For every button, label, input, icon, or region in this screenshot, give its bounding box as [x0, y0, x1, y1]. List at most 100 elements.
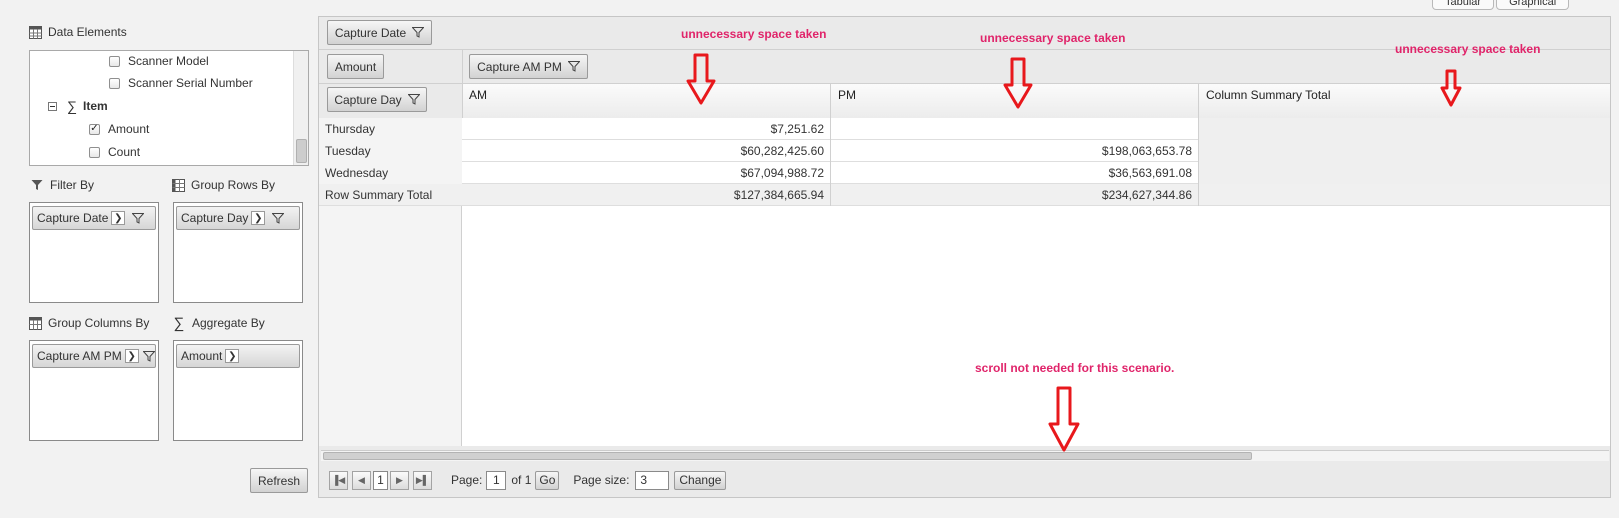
- cell-am: $7,251.62: [770, 122, 824, 136]
- group-rows-header: Group Rows By: [171, 178, 275, 192]
- filter-icon[interactable]: [412, 27, 425, 38]
- refresh-button[interactable]: Refresh: [250, 468, 308, 493]
- chip-label: Capture AM PM: [37, 349, 122, 363]
- pivot-body: Thursday $7,251.62 Tuesday $60,282,425.6…: [319, 118, 1610, 446]
- row-header: Row Summary Total: [325, 188, 433, 202]
- filter-icon[interactable]: [567, 61, 580, 72]
- chevron-right-icon[interactable]: ❯: [124, 349, 139, 363]
- pivot-aggregate-chip[interactable]: Amount: [327, 54, 384, 79]
- page-label: Page:: [451, 473, 483, 487]
- page-size-input[interactable]: 3: [635, 470, 670, 490]
- filter-by-dropzone[interactable]: Capture Date ❯: [29, 202, 159, 303]
- cell-pm: $234,627,344.86: [1101, 188, 1192, 202]
- data-elements-title: Data Elements: [48, 25, 127, 39]
- cell-summary: [1199, 184, 1610, 206]
- checkbox[interactable]: [109, 77, 120, 89]
- checkbox[interactable]: [109, 55, 120, 67]
- down-arrow-icon: [1003, 57, 1033, 109]
- data-elements-header: Data Elements: [28, 25, 127, 39]
- table-row: Wednesday $67,094,988.72 $36,563,691.08: [319, 162, 1610, 184]
- next-page-button[interactable]: ▶: [390, 470, 409, 490]
- pivot-row-chip[interactable]: Capture Day: [327, 87, 427, 112]
- filter-icon[interactable]: [407, 94, 420, 105]
- divider: [1198, 84, 1199, 118]
- tab-graphical[interactable]: Graphical: [1496, 0, 1570, 10]
- last-page-button[interactable]: ▶▌: [413, 470, 432, 490]
- annotation-text: scroll not needed for this scenario.: [975, 361, 1175, 375]
- divider: [830, 118, 831, 206]
- aggregate-by-dropzone[interactable]: Amount ❯: [173, 340, 303, 441]
- filter-by-title: Filter By: [50, 178, 95, 192]
- tree-item-scanner-model[interactable]: Scanner Model: [109, 51, 209, 71]
- checkbox-checked[interactable]: ✓: [89, 123, 100, 135]
- cell-pm: [831, 118, 1198, 140]
- tree-group-item[interactable]: ∑ Item: [48, 96, 108, 116]
- scroll-thumb[interactable]: [323, 452, 1252, 460]
- aggregate-chip-amount[interactable]: Amount ❯: [176, 344, 300, 368]
- cell-am: $127,384,665.94: [733, 188, 824, 202]
- go-button[interactable]: Go: [535, 470, 560, 490]
- chevron-right-icon[interactable]: ❯: [251, 211, 266, 225]
- checkbox[interactable]: [89, 146, 100, 158]
- down-arrow-icon: [1048, 386, 1080, 452]
- collapse-icon[interactable]: [48, 101, 57, 111]
- tree-item-amount[interactable]: ✓ Amount: [89, 119, 149, 139]
- table-icon: [28, 25, 42, 39]
- group-columns-title: Group Columns By: [48, 316, 150, 330]
- tree-item-label: Count: [108, 145, 141, 159]
- group-columns-header: Group Columns By: [28, 316, 149, 330]
- filter-icon: [30, 178, 44, 192]
- data-elements-tree[interactable]: Scanner Model Scanner Serial Number ∑ It…: [29, 50, 309, 166]
- sigma-icon: ∑: [67, 98, 77, 114]
- cell-summary: [1199, 162, 1610, 184]
- tree-item-label: Scanner Serial Number: [128, 76, 253, 90]
- filter-icon[interactable]: [142, 350, 155, 362]
- pivot-config-panel: Data Elements Scanner Model Scanner Seri…: [22, 16, 312, 498]
- page-number[interactable]: 1: [373, 470, 388, 490]
- group-rows-dropzone[interactable]: Capture Day ❯: [173, 202, 303, 303]
- down-arrow-icon: [1440, 69, 1462, 107]
- column-header-am[interactable]: AM: [469, 88, 487, 102]
- filter-icon[interactable]: [272, 212, 285, 224]
- tree-item-label: Scanner Model: [128, 54, 209, 68]
- tab-tabular[interactable]: Tabular: [1432, 0, 1495, 10]
- change-button[interactable]: Change: [674, 470, 727, 490]
- column-header-row: AM PM Column Summary Total: [463, 84, 1610, 118]
- tree-scrollbar[interactable]: [293, 51, 308, 165]
- first-page-button[interactable]: ▐◀: [329, 470, 348, 490]
- tree-item-scanner-serial-number[interactable]: Scanner Serial Number: [109, 73, 253, 93]
- chip-label: Capture Day: [334, 92, 402, 107]
- page-input[interactable]: 1: [486, 470, 507, 490]
- cell-am: $60,282,425.60: [740, 144, 824, 158]
- aggregate-by-header: ∑ Aggregate By: [172, 314, 265, 332]
- cell-summary: [1199, 140, 1610, 162]
- horizontal-scrollbar[interactable]: [321, 450, 1609, 461]
- cell-am: $67,094,988.72: [740, 166, 824, 180]
- tree-scroll-thumb[interactable]: [296, 139, 307, 163]
- annotation-text: unnecessary space taken: [681, 27, 827, 41]
- divider: [830, 84, 831, 118]
- filter-chip-capture-date[interactable]: Capture Date ❯: [32, 206, 156, 230]
- column-chip-capture-ampm[interactable]: Capture AM PM ❯: [32, 344, 156, 368]
- tree-item-label: Amount: [108, 122, 150, 136]
- tree-item-count[interactable]: Count: [89, 142, 140, 162]
- chip-label: Amount: [181, 349, 223, 363]
- pivot-column-chip[interactable]: Capture AM PM: [469, 54, 588, 79]
- pivot-filter-chip[interactable]: Capture Date: [327, 20, 432, 45]
- cell-summary: [1199, 118, 1610, 140]
- chip-label: Capture Date: [37, 211, 109, 225]
- group-columns-dropzone[interactable]: Capture AM PM ❯: [29, 340, 159, 441]
- prev-page-button[interactable]: ◀: [352, 470, 371, 490]
- grid-icon: [171, 178, 185, 192]
- down-arrow-icon: [686, 53, 716, 105]
- column-header-summary[interactable]: Column Summary Total: [1206, 88, 1331, 102]
- row-chip-capture-day[interactable]: Capture Day ❯: [176, 206, 300, 230]
- row-header: Thursday: [319, 118, 462, 140]
- divider: [1198, 118, 1199, 206]
- pivot-grid: Capture Date Amount Capture AM PM Captur…: [318, 16, 1611, 498]
- column-header-pm[interactable]: PM: [838, 88, 856, 102]
- sigma-icon: ∑: [173, 314, 185, 332]
- chevron-right-icon[interactable]: ❯: [111, 211, 126, 225]
- filter-icon[interactable]: [132, 212, 145, 224]
- chevron-right-icon[interactable]: ❯: [225, 349, 240, 363]
